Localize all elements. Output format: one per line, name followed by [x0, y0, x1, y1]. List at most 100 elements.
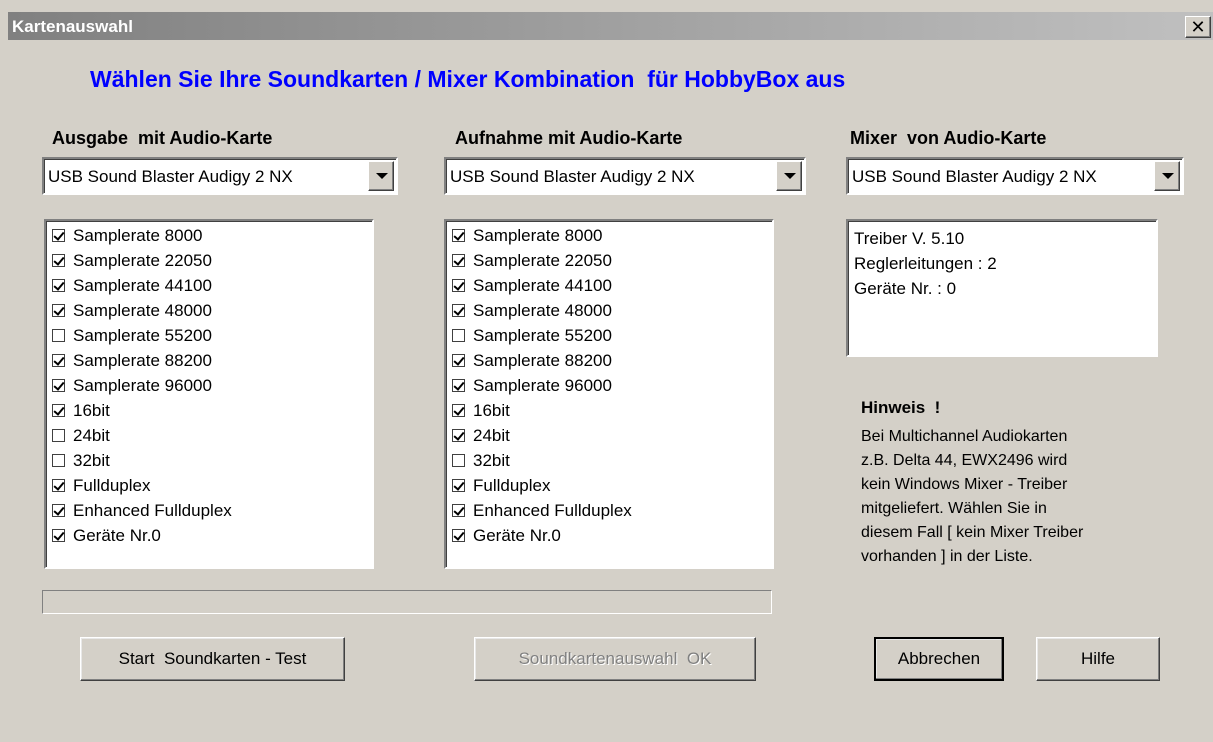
- output-device-select[interactable]: USB Sound Blaster Audigy 2 NX: [42, 157, 398, 195]
- help-button[interactable]: Hilfe: [1036, 637, 1160, 681]
- output-device-value: USB Sound Blaster Audigy 2 NX: [48, 167, 293, 186]
- checkbox-checked-icon[interactable]: [52, 229, 65, 242]
- checkbox-label: Samplerate 22050: [473, 250, 612, 270]
- chevron-down-icon[interactable]: [1154, 161, 1180, 191]
- checkbox-checked-icon[interactable]: [52, 529, 65, 542]
- checkbox-checked-icon[interactable]: [52, 354, 65, 367]
- mixer-device-select[interactable]: USB Sound Blaster Audigy 2 NX: [846, 157, 1184, 195]
- checkbox-checked-icon[interactable]: [52, 479, 65, 492]
- checkbox-checked-icon[interactable]: [452, 354, 465, 367]
- checkbox-item[interactable]: Enhanced Fullduplex: [452, 498, 632, 523]
- checkbox-label: Fullduplex: [73, 475, 151, 495]
- hint-line: diesem Fall [ kein Mixer Treiber: [861, 524, 1084, 541]
- checkbox-item[interactable]: Samplerate 44100: [52, 273, 212, 298]
- checkbox-checked-icon[interactable]: [452, 279, 465, 292]
- checkbox-item[interactable]: Samplerate 55200: [52, 323, 212, 348]
- checkbox-label: 16bit: [73, 400, 110, 420]
- checkbox-checked-icon[interactable]: [452, 404, 465, 417]
- checkbox-item[interactable]: Samplerate 88200: [52, 348, 212, 373]
- record-device-select[interactable]: USB Sound Blaster Audigy 2 NX: [444, 157, 806, 195]
- checkbox-item[interactable]: Samplerate 22050: [52, 248, 212, 273]
- checkbox-checked-icon[interactable]: [452, 229, 465, 242]
- checkbox-item[interactable]: Samplerate 55200: [452, 323, 612, 348]
- checkbox-item[interactable]: Samplerate 8000: [52, 223, 202, 248]
- output-capabilities-list[interactable]: Samplerate 8000 Samplerate 22050 Samplerat…: [44, 219, 374, 569]
- checkbox-label: Samplerate 8000: [473, 225, 603, 245]
- mixer-label: Mixer von Audio-Karte: [850, 128, 1047, 148]
- checkbox-item[interactable]: Samplerate 22050: [452, 248, 612, 273]
- checkbox-label: Samplerate 88200: [73, 350, 212, 370]
- checkbox-item[interactable]: Samplerate 8000: [452, 223, 602, 248]
- checkbox-unchecked-icon[interactable]: [452, 329, 465, 342]
- checkbox-checked-icon[interactable]: [452, 429, 465, 442]
- checkbox-label: Enhanced Fullduplex: [73, 500, 232, 520]
- soundcard-selection-ok-button[interactable]: Soundkartenauswahl OK: [474, 637, 756, 681]
- hint-line: vorhanden ] in der Liste.: [861, 548, 1033, 565]
- hint-line: mitgeliefert. Wählen Sie in: [861, 500, 1047, 517]
- output-label: Ausgabe mit Audio-Karte: [52, 128, 273, 148]
- checkbox-item[interactable]: Samplerate 96000: [52, 373, 212, 398]
- checkbox-checked-icon[interactable]: [52, 304, 65, 317]
- device-number: Geräte Nr. : 0: [854, 279, 957, 298]
- checkbox-unchecked-icon[interactable]: [52, 429, 65, 442]
- checkbox-item[interactable]: Geräte Nr.0: [52, 523, 161, 548]
- checkbox-checked-icon[interactable]: [452, 304, 465, 317]
- checkbox-item[interactable]: 32bit: [52, 448, 110, 473]
- checkbox-unchecked-icon[interactable]: [52, 329, 65, 342]
- checkbox-checked-icon[interactable]: [452, 479, 465, 492]
- checkbox-item[interactable]: Samplerate 96000: [452, 373, 612, 398]
- checkbox-label: Samplerate 55200: [73, 325, 212, 345]
- checkbox-checked-icon[interactable]: [452, 529, 465, 542]
- checkbox-label: Samplerate 44100: [473, 275, 612, 295]
- chevron-down-icon[interactable]: [776, 161, 802, 191]
- title-bar[interactable]: Kartenauswahl ✕: [8, 12, 1213, 40]
- window-title: Kartenauswahl: [12, 17, 133, 36]
- hint-title: Hinweis !: [861, 398, 941, 417]
- checkbox-checked-icon[interactable]: [52, 379, 65, 392]
- checkbox-item[interactable]: 16bit: [452, 398, 510, 423]
- checkbox-item[interactable]: Samplerate 44100: [452, 273, 612, 298]
- checkbox-unchecked-icon[interactable]: [52, 454, 65, 467]
- checkbox-label: Fullduplex: [473, 475, 551, 495]
- checkbox-item[interactable]: 24bit: [452, 423, 510, 448]
- checkbox-checked-icon[interactable]: [452, 254, 465, 267]
- close-button[interactable]: ✕: [1185, 16, 1211, 38]
- cancel-button[interactable]: Abbrechen: [874, 637, 1004, 681]
- close-icon: ✕: [1190, 17, 1206, 37]
- checkbox-label: 24bit: [73, 425, 110, 445]
- checkbox-item[interactable]: 32bit: [452, 448, 510, 473]
- checkbox-item[interactable]: Samplerate 48000: [452, 298, 612, 323]
- checkbox-label: Samplerate 55200: [473, 325, 612, 345]
- checkbox-item[interactable]: Fullduplex: [452, 473, 551, 498]
- checkbox-checked-icon[interactable]: [52, 404, 65, 417]
- test-progress-bar: [42, 590, 772, 614]
- soundcard-dialog: Kartenauswahl ✕ Wählen Sie Ihre Soundkar…: [0, 0, 1213, 742]
- checkbox-item[interactable]: Geräte Nr.0: [452, 523, 561, 548]
- checkbox-unchecked-icon[interactable]: [452, 454, 465, 467]
- checkbox-checked-icon[interactable]: [52, 279, 65, 292]
- checkbox-item[interactable]: Fullduplex: [52, 473, 151, 498]
- checkbox-item[interactable]: Samplerate 88200: [452, 348, 612, 373]
- checkbox-checked-icon[interactable]: [52, 504, 65, 517]
- checkbox-item[interactable]: 16bit: [52, 398, 110, 423]
- hint-line: kein Windows Mixer - Treiber: [861, 476, 1068, 493]
- chevron-down-icon[interactable]: [368, 161, 394, 191]
- start-soundcard-test-button[interactable]: Start Soundkarten - Test: [80, 637, 345, 681]
- checkbox-item[interactable]: Enhanced Fullduplex: [52, 498, 232, 523]
- mixer-info-box: Treiber V. 5.10 Reglerleitungen : 2 Gerä…: [846, 219, 1158, 357]
- record-label: Aufnahme mit Audio-Karte: [455, 128, 683, 148]
- checkbox-label: Samplerate 88200: [473, 350, 612, 370]
- checkbox-checked-icon[interactable]: [452, 379, 465, 392]
- checkbox-item[interactable]: Samplerate 48000: [52, 298, 212, 323]
- checkbox-item[interactable]: 24bit: [52, 423, 110, 448]
- mixer-device-value: USB Sound Blaster Audigy 2 NX: [852, 167, 1097, 186]
- checkbox-label: 16bit: [473, 400, 510, 420]
- checkbox-label: Samplerate 22050: [73, 250, 212, 270]
- checkbox-checked-icon[interactable]: [52, 254, 65, 267]
- checkbox-label: 32bit: [73, 450, 110, 470]
- checkbox-label: Samplerate 48000: [473, 300, 612, 320]
- hint-line: Bei Multichannel Audiokarten: [861, 428, 1068, 445]
- record-capabilities-list[interactable]: Samplerate 8000 Samplerate 22050 Samplerat…: [444, 219, 774, 569]
- checkbox-checked-icon[interactable]: [452, 504, 465, 517]
- checkbox-label: Samplerate 44100: [73, 275, 212, 295]
